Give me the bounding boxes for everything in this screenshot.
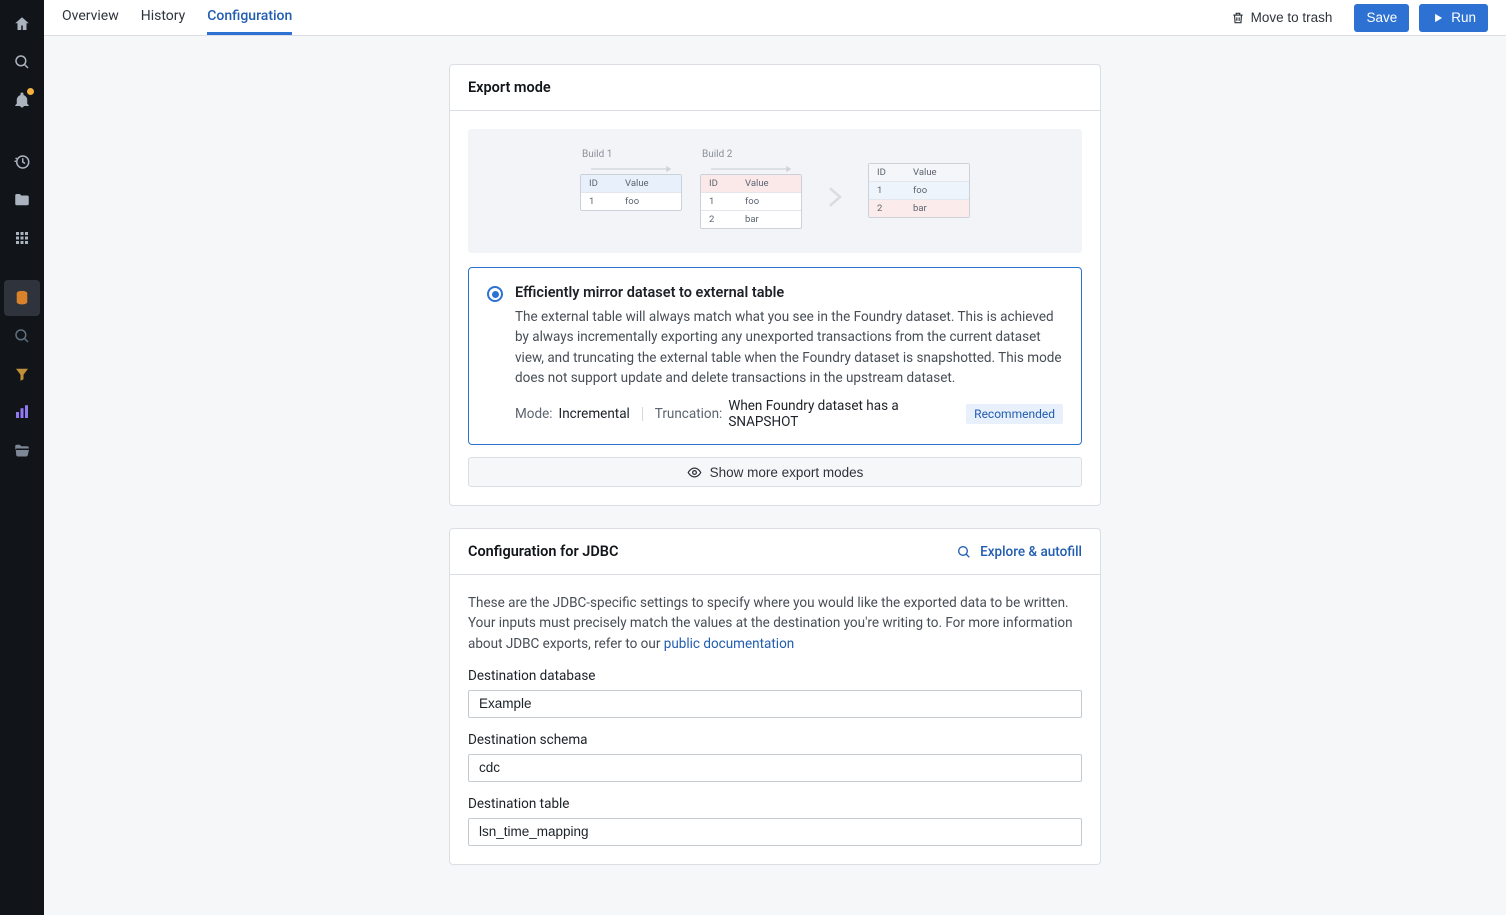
arrow-right-icon <box>820 162 850 216</box>
radio-selected-icon <box>487 286 503 302</box>
history-icon[interactable] <box>4 144 40 180</box>
trash-button-label: Move to trash <box>1251 10 1333 25</box>
destination-table-input[interactable] <box>468 818 1082 846</box>
explore-autofill-label: Explore & autofill <box>980 544 1082 560</box>
trash-icon <box>1231 11 1245 25</box>
destination-table-label: Destination table <box>468 796 1082 812</box>
save-button[interactable]: Save <box>1354 4 1409 32</box>
diagram-table-result: IDValue 1foo 2bar <box>868 163 970 218</box>
show-more-modes-button[interactable]: Show more export modes <box>468 457 1082 487</box>
jdbc-help-text: These are the JDBC-specific settings to … <box>468 593 1082 654</box>
search-icon[interactable] <box>4 44 40 80</box>
arrow-right-icon <box>591 164 671 174</box>
recommended-badge: Recommended <box>966 404 1063 424</box>
eye-icon <box>687 465 702 480</box>
diagram-build1-label: Build 1 <box>580 149 612 160</box>
option-mode-label: Mode: <box>515 406 553 422</box>
database-icon[interactable] <box>4 280 40 316</box>
export-mode-card: Export mode Build 1 IDValue <box>449 64 1101 506</box>
explore-autofill-button[interactable]: Explore & autofill <box>956 544 1082 560</box>
option-truncation-value: When Foundry dataset has a SNAPSHOT <box>728 398 954 430</box>
option-truncation-label: Truncation: <box>655 406 723 422</box>
diagram-table-build2: IDValue 1foo 2bar <box>700 174 802 229</box>
diagram-build2-label: Build 2 <box>700 149 732 160</box>
run-button-label: Run <box>1451 10 1476 25</box>
tab-history[interactable]: History <box>141 0 186 35</box>
destination-schema-label: Destination schema <box>468 732 1082 748</box>
app-rail <box>0 0 44 915</box>
filter-icon[interactable] <box>4 356 40 392</box>
tab-overview[interactable]: Overview <box>62 0 119 35</box>
open-folder-icon[interactable] <box>4 432 40 468</box>
option-description: The external table will always match wha… <box>515 307 1063 388</box>
jdbc-config-card: Configuration for JDBC Explore & autofil… <box>449 528 1101 865</box>
explore-data-icon[interactable] <box>4 318 40 354</box>
save-button-label: Save <box>1366 10 1397 25</box>
option-title: Efficiently mirror dataset to external t… <box>515 284 1063 301</box>
public-docs-link[interactable]: public documentation <box>664 636 794 652</box>
option-mode-value: Incremental <box>559 406 630 422</box>
play-icon <box>1431 11 1445 25</box>
export-mode-diagram: Build 1 IDValue 1foo Build 2 <box>468 129 1082 253</box>
notification-badge <box>27 88 34 95</box>
search-icon <box>956 544 972 560</box>
export-mode-title: Export mode <box>468 79 551 96</box>
topbar: Overview History Configuration Move to t… <box>44 0 1506 36</box>
run-button[interactable]: Run <box>1419 4 1488 32</box>
export-mode-option[interactable]: Efficiently mirror dataset to external t… <box>468 267 1082 445</box>
destination-db-label: Destination database <box>468 668 1082 684</box>
destination-db-input[interactable] <box>468 690 1082 718</box>
home-icon[interactable] <box>4 6 40 42</box>
jdbc-title: Configuration for JDBC <box>468 543 618 560</box>
show-more-label: Show more export modes <box>710 465 864 480</box>
diagram-table-build1: IDValue 1foo <box>580 174 682 211</box>
folder-icon[interactable] <box>4 182 40 218</box>
chart-icon[interactable] <box>4 394 40 430</box>
apps-grid-icon[interactable] <box>4 220 40 256</box>
move-to-trash-button[interactable]: Move to trash <box>1219 4 1345 32</box>
notifications-icon[interactable] <box>4 82 40 118</box>
arrow-right-icon <box>711 164 791 174</box>
tab-configuration[interactable]: Configuration <box>207 0 292 35</box>
destination-schema-input[interactable] <box>468 754 1082 782</box>
